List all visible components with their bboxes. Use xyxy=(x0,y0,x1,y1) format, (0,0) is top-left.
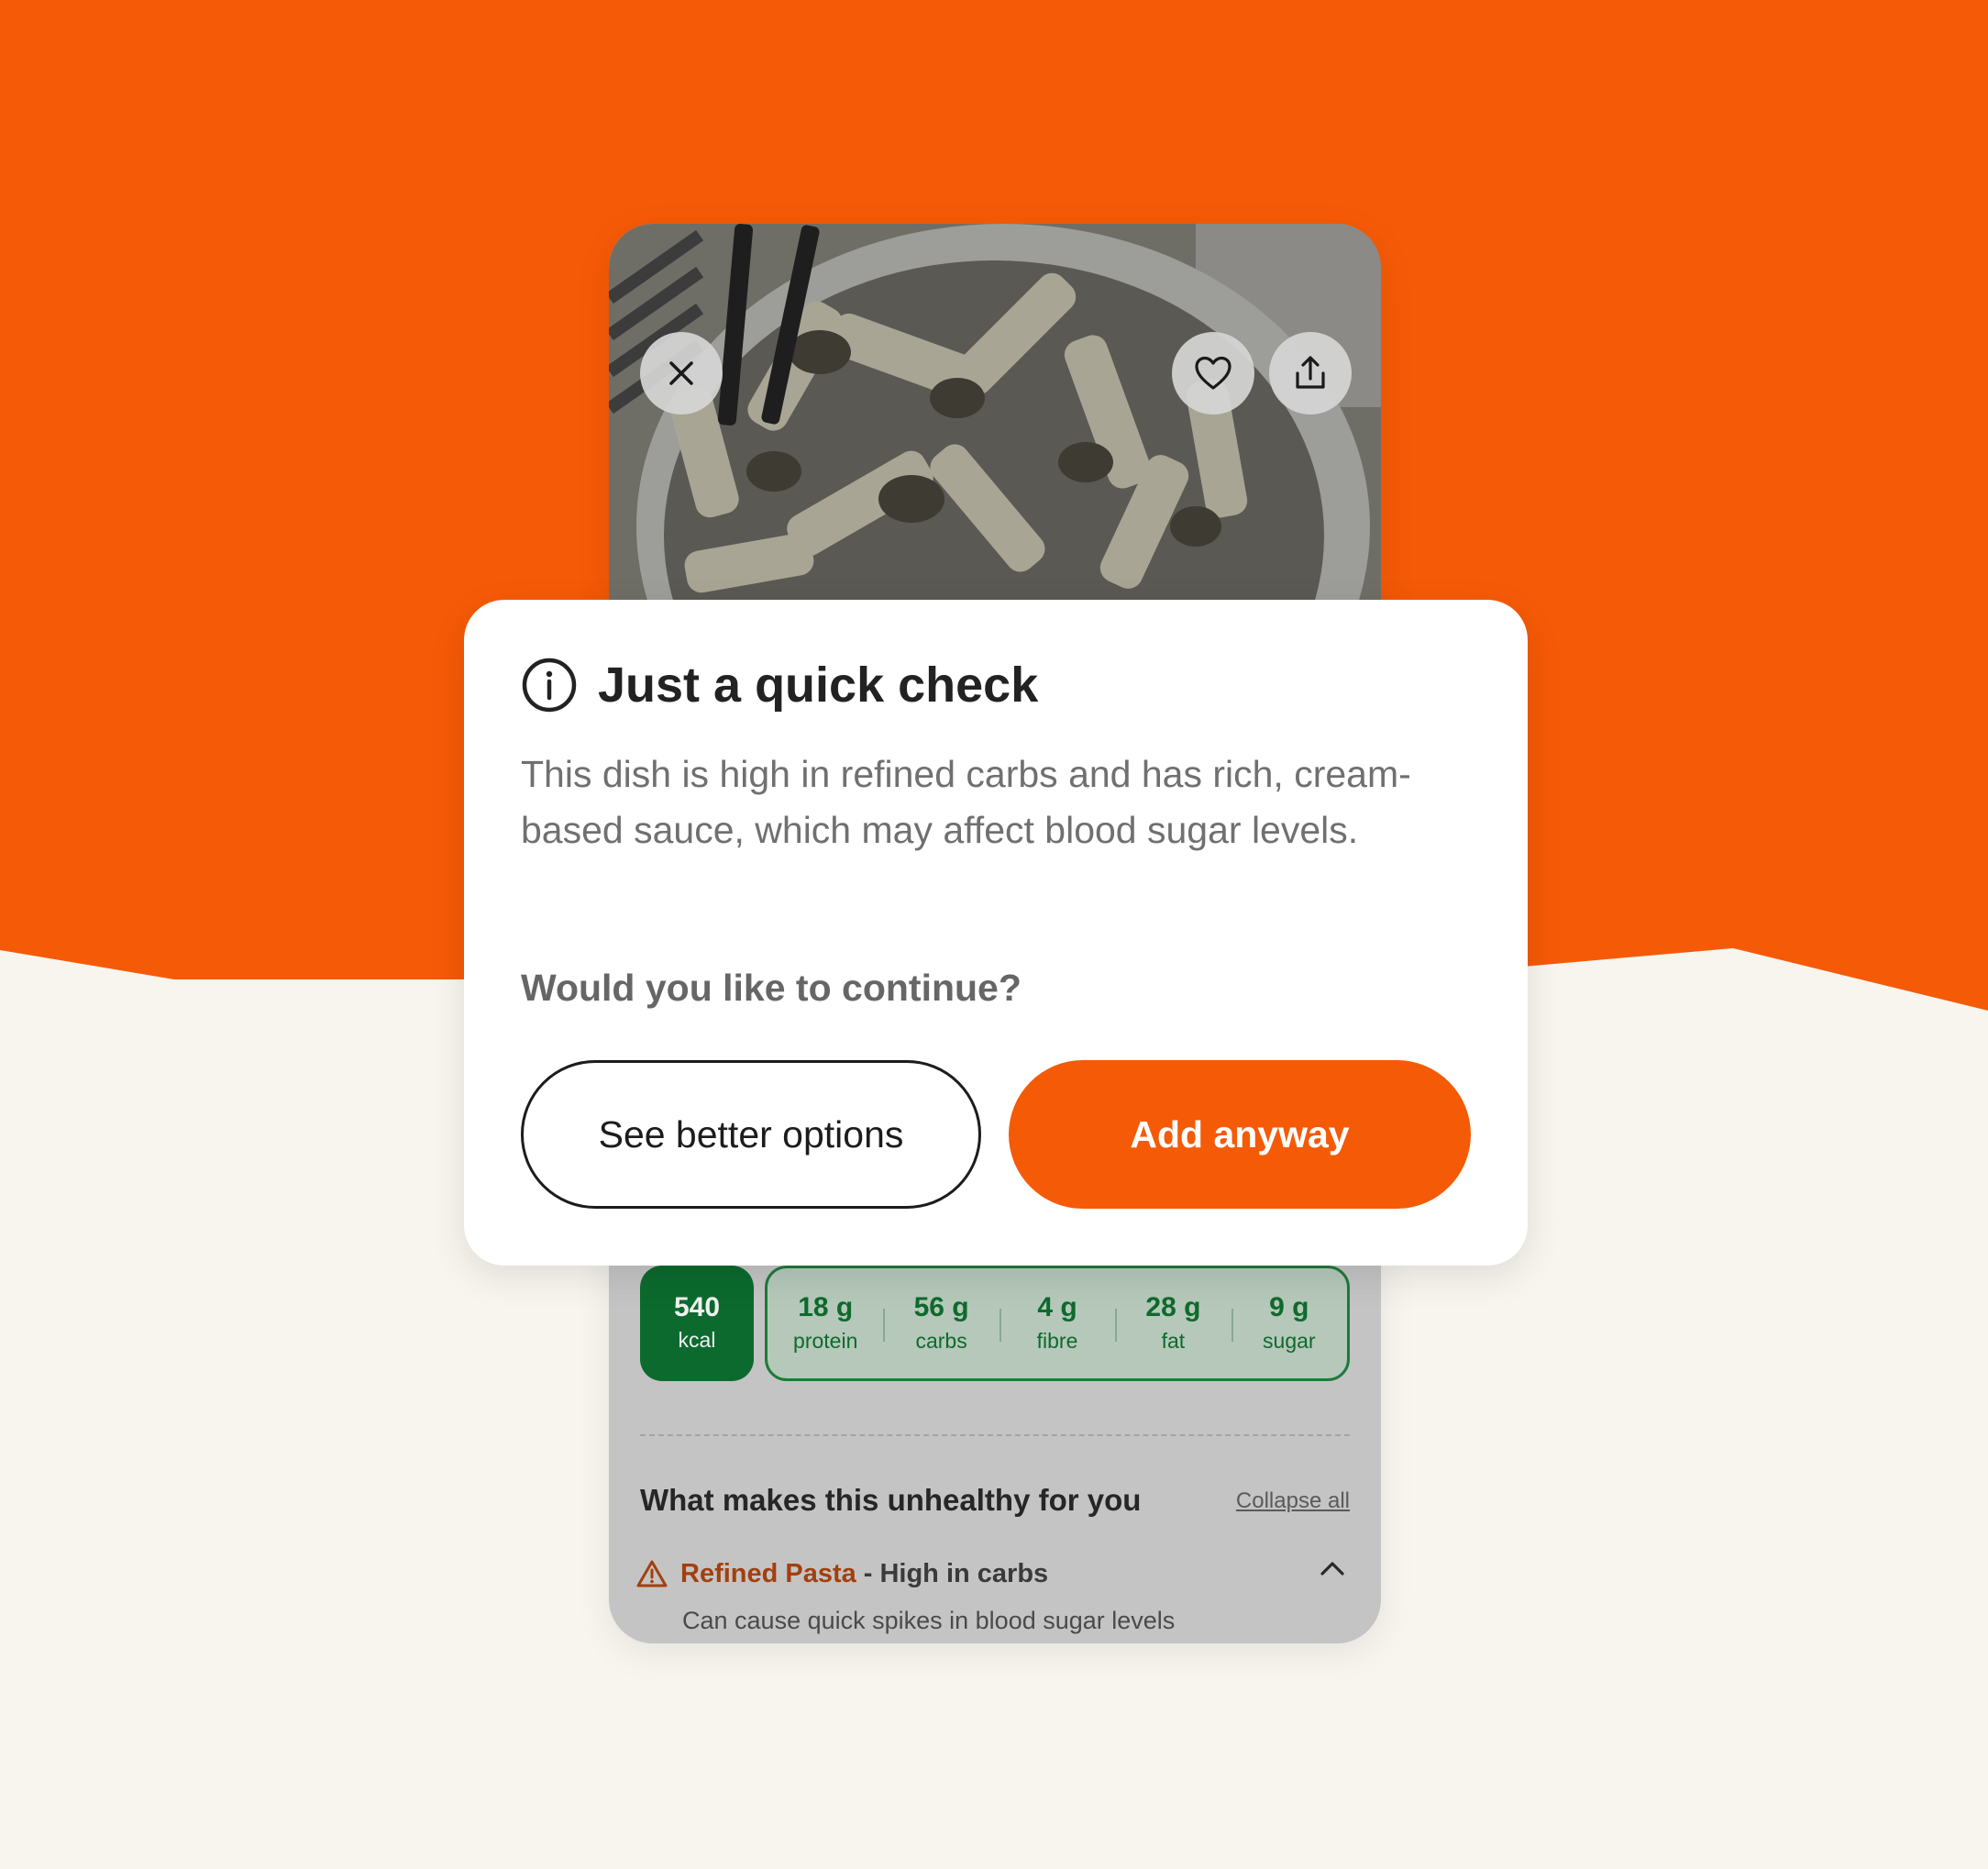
unhealthy-item-name: Refined Pasta xyxy=(680,1558,856,1588)
macro-value: 9 g xyxy=(1269,1292,1309,1322)
macro-label: protein xyxy=(793,1329,858,1353)
warning-icon xyxy=(636,1560,668,1587)
collapse-all-link[interactable]: Collapse all xyxy=(1236,1487,1350,1515)
unhealthy-item-detail: Can cause quick spikes in blood sugar le… xyxy=(682,1607,1176,1634)
add-anyway-button[interactable]: Add anyway xyxy=(1009,1060,1471,1209)
kcal-value: 540 xyxy=(673,1292,721,1322)
macro-value: 28 g xyxy=(1145,1292,1201,1322)
close-icon xyxy=(669,361,693,385)
unhealthy-item-header[interactable]: Refined Pasta - High in carbs xyxy=(636,1552,1352,1596)
see-better-options-button[interactable]: See better options xyxy=(521,1060,981,1209)
macro-value: 18 g xyxy=(798,1292,854,1322)
share-icon xyxy=(1296,356,1325,389)
dashed-divider xyxy=(640,1434,1350,1436)
macro-label: fibre xyxy=(1036,1329,1078,1353)
food-photo xyxy=(609,224,1381,600)
pasta-image xyxy=(609,224,1381,600)
unhealthy-item-separator: - xyxy=(863,1558,873,1588)
dialog-question: Would you like to continue? xyxy=(521,967,1022,1009)
macro-sugar: 9 g sugar xyxy=(1231,1268,1347,1378)
macro-protein: 18 g protein xyxy=(768,1268,883,1378)
macro-label: sugar xyxy=(1263,1329,1316,1353)
dialog-title: Just a quick check xyxy=(598,658,1039,713)
chevron-up-icon[interactable] xyxy=(1319,1559,1346,1577)
kcal-unit: kcal xyxy=(678,1328,716,1352)
macro-fibre: 4 g fibre xyxy=(999,1268,1115,1378)
heart-icon xyxy=(1195,356,1231,390)
macro-label: carbs xyxy=(915,1329,967,1353)
unhealthy-item-reason: High in carbs xyxy=(879,1558,1049,1588)
dialog-message: This dish is high in refined carbs and h… xyxy=(521,753,1411,851)
dialog-header: Just a quick check xyxy=(521,657,1038,713)
macro-value: 56 g xyxy=(913,1292,969,1322)
macro-carbs: 56 g carbs xyxy=(883,1268,999,1378)
close-button[interactable] xyxy=(640,332,723,415)
macro-fat: 28 g fat xyxy=(1115,1268,1231,1378)
share-button[interactable] xyxy=(1269,332,1352,415)
kcal-badge: 540 kcal xyxy=(640,1266,754,1381)
quick-check-dialog: Just a quick check This dish is high in … xyxy=(464,600,1528,1266)
favorite-button[interactable] xyxy=(1172,332,1254,415)
macros-panel: 18 g protein 56 g carbs 4 g fibre 28 g f… xyxy=(765,1266,1350,1381)
unhealthy-section-title: What makes this unhealthy for you xyxy=(640,1483,1142,1517)
macro-value: 4 g xyxy=(1037,1292,1077,1322)
macro-label: fat xyxy=(1161,1329,1186,1353)
nutrition-summary: 540 kcal 18 g protein 56 g carbs 4 g fib… xyxy=(640,1266,1350,1381)
info-icon xyxy=(522,658,577,713)
